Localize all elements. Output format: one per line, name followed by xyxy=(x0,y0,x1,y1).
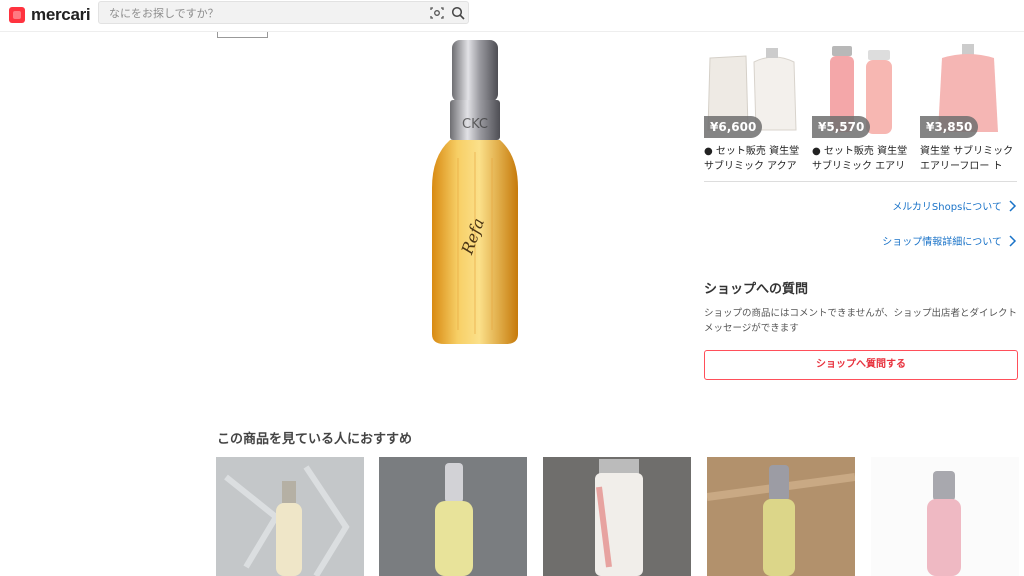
recommend-item[interactable] xyxy=(216,457,364,576)
svg-text:CKC: CKC xyxy=(462,117,488,132)
search-bar xyxy=(98,1,469,24)
shop-details-link[interactable]: ショップ情報詳細について xyxy=(882,233,1017,248)
price-badge: ¥5,570 xyxy=(812,116,871,138)
camera-search-icon[interactable] xyxy=(429,5,445,21)
related-item-title: ● セット販売 資生堂 サブリミック アクアイ… xyxy=(704,146,800,172)
shop-details-label: ショップ情報詳細について xyxy=(882,237,1002,248)
search-input[interactable] xyxy=(109,5,409,21)
recommend-item[interactable] xyxy=(707,457,855,576)
related-items: ¥6,600 ● セット販売 資生堂 サブリミック アクアイ… ¥5,570 ●… xyxy=(704,44,1024,176)
related-item-image: ¥5,570 xyxy=(812,44,908,138)
search-icon[interactable] xyxy=(450,5,466,21)
related-item[interactable]: ¥3,850 資生堂 サブリミック エアリーフロー トリ… xyxy=(920,44,1016,174)
recommend-item[interactable] xyxy=(379,457,527,576)
shop-question-text: ショップの商品にはコメントできませんが、ショップ出店者とダイレクトメッセージがで… xyxy=(704,308,1018,334)
mercari-logo[interactable]: mercari xyxy=(8,5,91,25)
product-image: CKC Refa xyxy=(432,40,518,344)
price-badge: ¥6,600 xyxy=(704,116,763,138)
related-item-image: ¥6,600 xyxy=(704,44,800,138)
about-shops-label: メルカリShopsについて xyxy=(892,202,1002,213)
related-item-title: ● セット販売 資生堂 サブリミック エアリー… xyxy=(812,146,908,172)
chevron-right-icon xyxy=(1009,199,1017,212)
shop-question-title: ショップへの質問 xyxy=(704,282,809,297)
chevron-right-icon xyxy=(1009,234,1017,247)
recommend-item[interactable] xyxy=(871,457,1019,576)
recommend-item-image xyxy=(216,457,364,576)
related-item[interactable]: ¥5,570 ● セット販売 資生堂 サブリミック エアリー… xyxy=(812,44,908,174)
recommend-item-image xyxy=(379,457,527,576)
recommend-grid xyxy=(216,457,1024,576)
mercari-logo-icon xyxy=(8,6,26,24)
price-badge: ¥3,850 xyxy=(920,116,979,138)
ask-shop-button[interactable]: ショップへ質問する xyxy=(704,350,1018,380)
related-item[interactable]: ¥6,600 ● セット販売 資生堂 サブリミック アクアイ… xyxy=(704,44,800,174)
related-item-title: 資生堂 サブリミック エアリーフロー トリ… xyxy=(920,146,1014,172)
logo-text: mercari xyxy=(31,5,91,24)
divider xyxy=(704,181,1017,182)
about-shops-link[interactable]: メルカリShopsについて xyxy=(892,198,1017,213)
related-item-image: ¥3,850 xyxy=(920,44,1016,138)
top-header: mercari xyxy=(0,0,1024,32)
recommend-title: この商品を見ている人におすすめ xyxy=(217,432,413,447)
recommend-item-image xyxy=(871,457,1019,576)
recommend-item-image xyxy=(543,457,691,576)
recommend-item[interactable] xyxy=(543,457,691,576)
recommend-item-image xyxy=(707,457,855,576)
